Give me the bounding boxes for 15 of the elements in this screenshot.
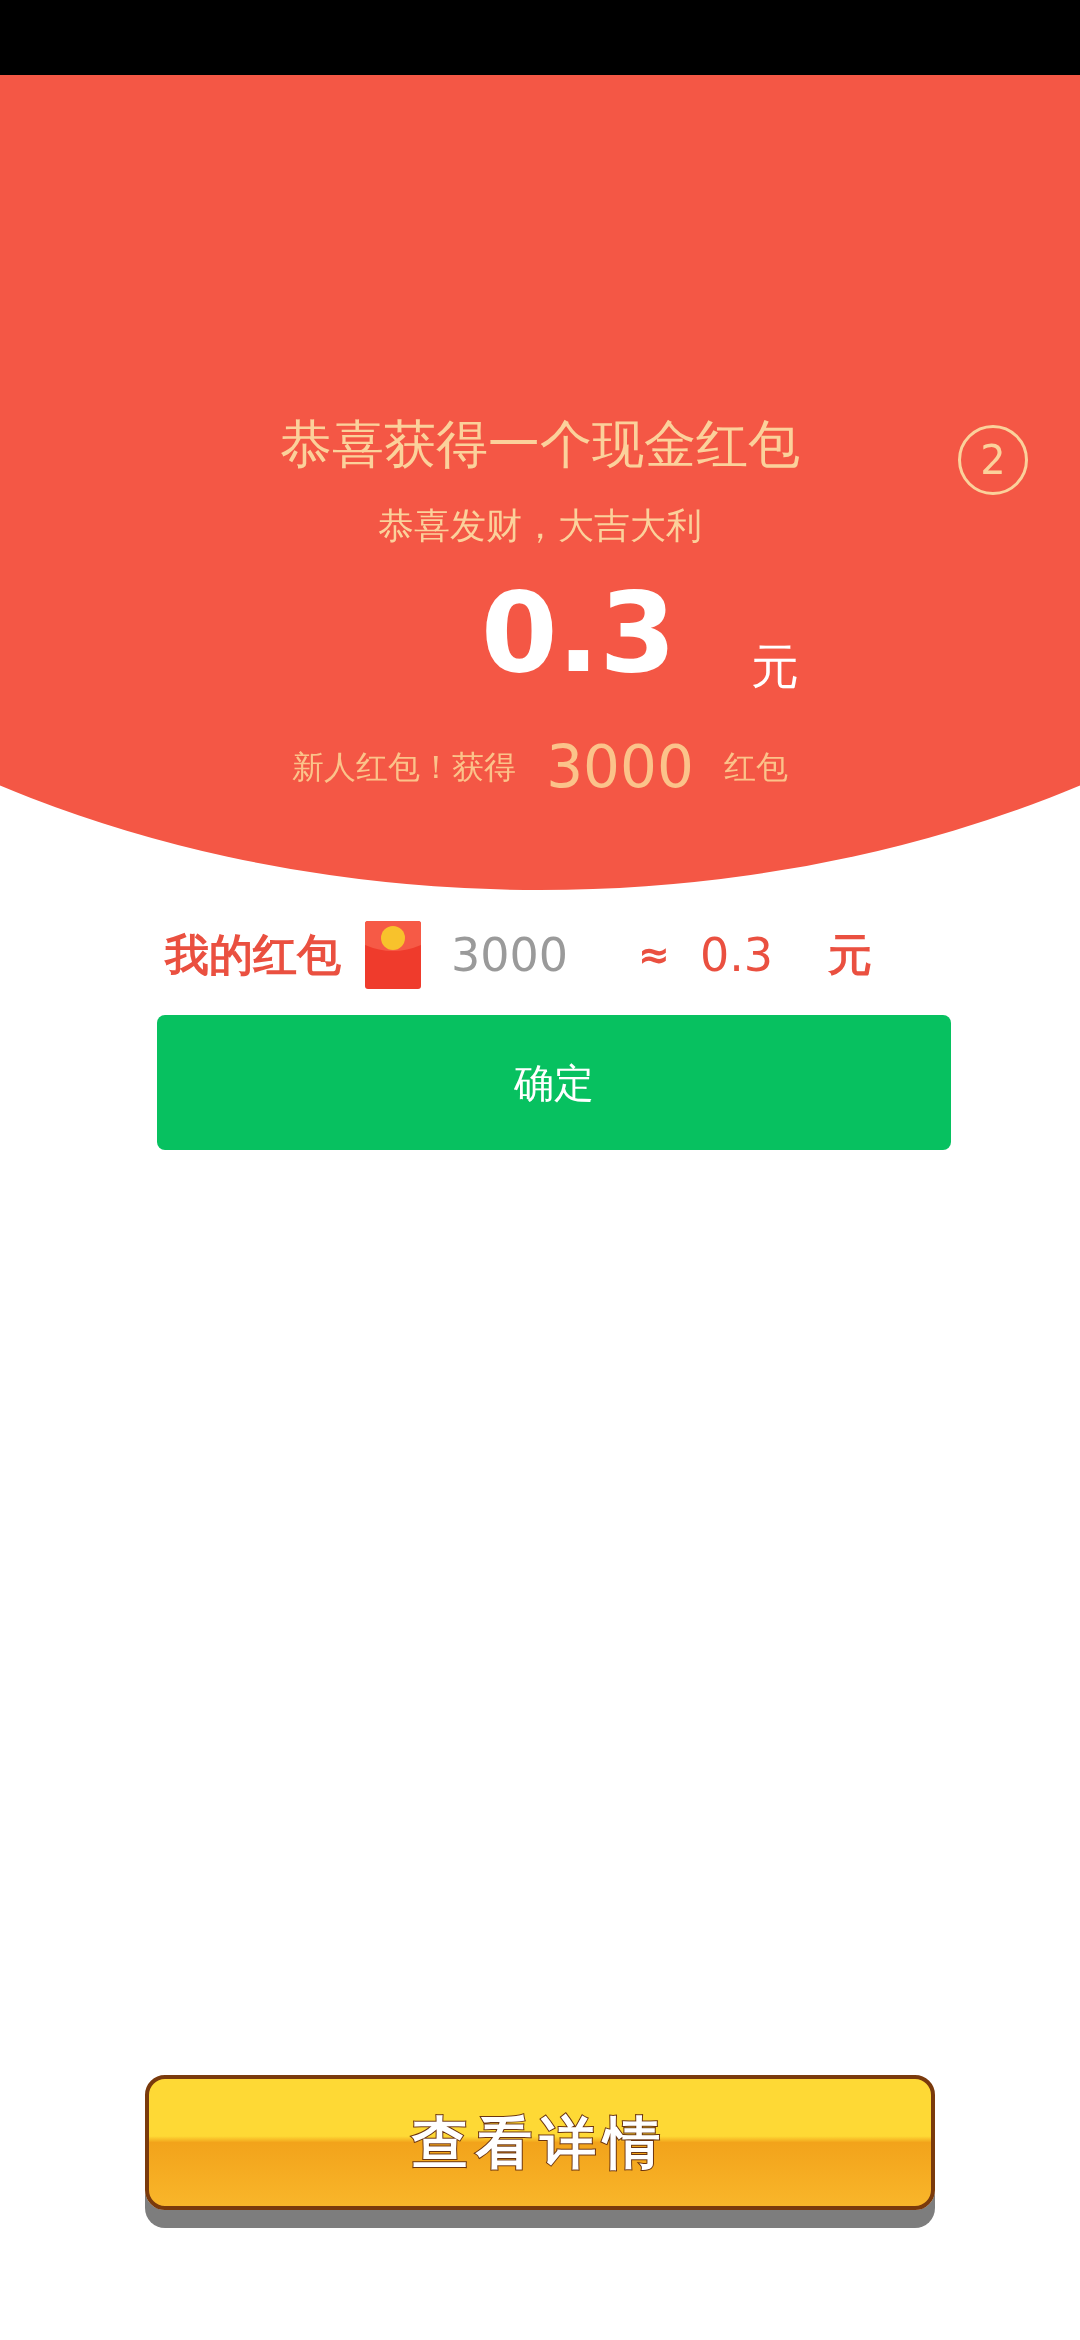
envelope-icon (365, 921, 421, 989)
countdown-timer: 2 (958, 425, 1028, 495)
amount-unit: 元 (750, 637, 799, 696)
approx-sign: ≈ (638, 931, 670, 979)
bonus-label: 红包 (723, 747, 788, 788)
cash-value: 0.3 (699, 926, 774, 984)
packet-count: 3000 (451, 926, 569, 984)
header-subtitle: 恭喜发财，大吉大利 (378, 504, 702, 548)
confirm-button[interactable]: 确定 (157, 1015, 951, 1150)
bonus-amount: 3000 (546, 738, 694, 796)
cash-unit: 元 (828, 928, 873, 982)
bonus-label: 新人红包！获得 (292, 747, 517, 788)
amount-value: 0.3 (481, 578, 676, 688)
header-title: 恭喜获得一个现金红包 (280, 413, 800, 476)
my-packets-label: 我的红包 (165, 928, 341, 982)
